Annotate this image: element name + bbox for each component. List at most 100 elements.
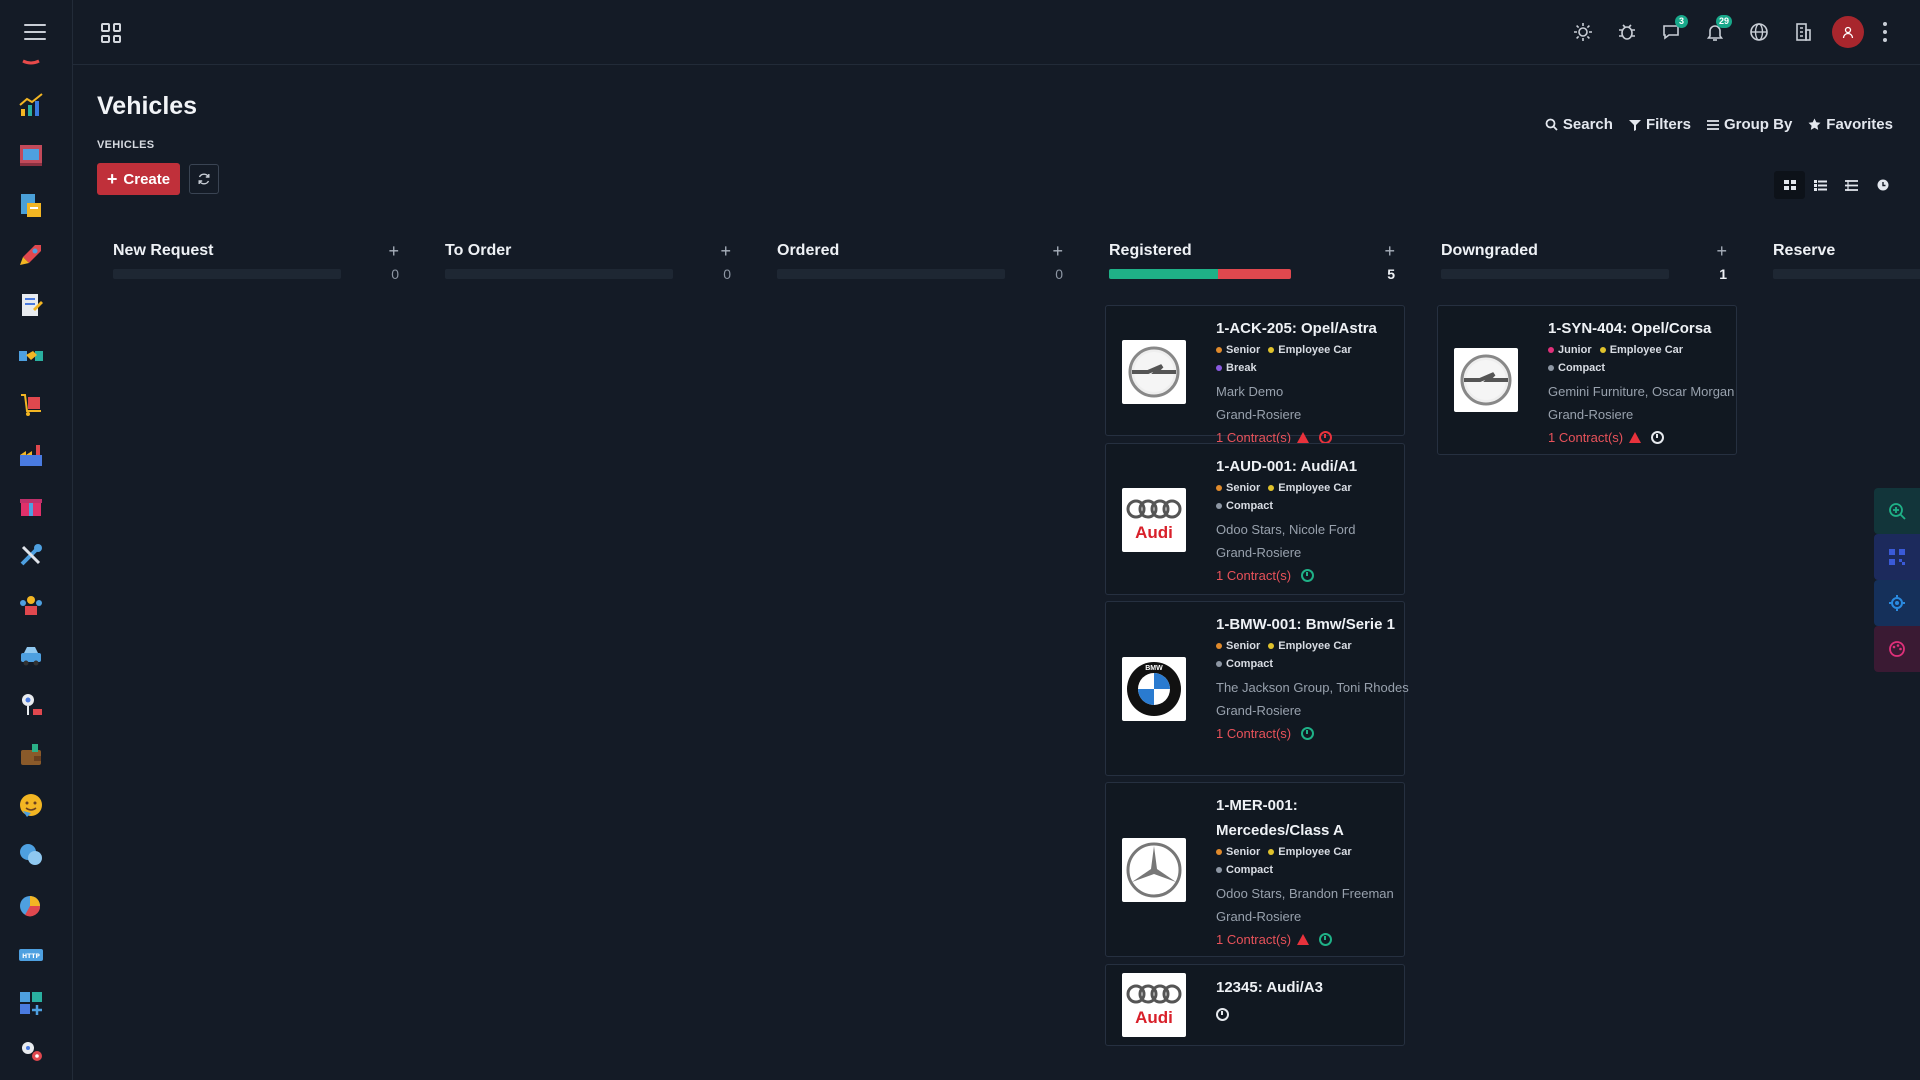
search-panel: Search Filters Group By Favorites — [1545, 116, 1893, 133]
column-count: 0 — [1055, 266, 1063, 282]
activity-clock-icon[interactable] — [1651, 431, 1665, 444]
tag-compact: Compact — [1216, 861, 1273, 879]
factory-icon[interactable] — [16, 440, 46, 470]
car-icon[interactable] — [16, 640, 46, 670]
create-button[interactable]: + Create — [97, 163, 180, 195]
vehicle-card[interactable]: Audi 1-AUD-001: Audi/A1 Senior Employee … — [1105, 443, 1405, 595]
rocket-icon[interactable] — [16, 240, 46, 270]
column-progress-bar[interactable] — [1773, 269, 1920, 279]
bell-icon[interactable]: 29 — [1700, 15, 1732, 49]
activity-view-button[interactable] — [1867, 171, 1898, 199]
inventory-icon[interactable] — [16, 190, 46, 220]
bug-icon[interactable] — [1612, 15, 1642, 49]
tools-icon[interactable] — [16, 540, 46, 570]
contracts-link[interactable]: 1 Contract(s) — [1216, 722, 1400, 745]
column-count: 0 — [723, 266, 731, 282]
activity-clock-icon[interactable] — [1301, 727, 1315, 740]
column-title: To Order — [445, 242, 512, 259]
search-toggle[interactable]: Search — [1545, 116, 1613, 133]
activity-clock-icon[interactable] — [1319, 933, 1333, 946]
column-progress-bar[interactable] — [777, 269, 1005, 279]
apps-plus-icon[interactable] — [16, 988, 46, 1018]
qr-icon[interactable] — [1874, 534, 1920, 580]
refresh-button[interactable] — [189, 164, 219, 194]
vehicle-card[interactable]: Audi 12345: Audi/A3 — [1105, 964, 1405, 1046]
column-progress-bar[interactable] — [1109, 269, 1291, 279]
palette-icon[interactable] — [1874, 626, 1920, 672]
vehicle-card[interactable]: 1-MER-001: Mercedes/Class A Senior Emplo… — [1105, 782, 1405, 957]
avatar[interactable] — [1832, 16, 1864, 48]
sun-icon[interactable] — [1568, 15, 1598, 49]
favorites-label: Favorites — [1826, 116, 1893, 133]
sales-chart-icon[interactable] — [16, 90, 46, 120]
partial-app-icon[interactable] — [16, 52, 46, 82]
store-icon[interactable] — [16, 140, 46, 170]
list-view-button[interactable] — [1805, 171, 1836, 199]
tag-senior: Senior — [1216, 341, 1260, 359]
vehicle-name: 1-SYN-404: Opel/Corsa — [1548, 320, 1712, 337]
table-view-button[interactable] — [1836, 171, 1867, 199]
column-progress-bar[interactable] — [1441, 269, 1669, 279]
smiley-icon[interactable] — [16, 790, 46, 820]
filters-toggle[interactable]: Filters — [1628, 116, 1691, 133]
quick-create-button[interactable]: + — [1384, 241, 1395, 262]
wallet-icon[interactable] — [16, 740, 46, 770]
column-title: New Request — [113, 242, 214, 259]
contracts-link[interactable]: 1 Contract(s) — [1216, 564, 1400, 587]
team-icon[interactable] — [16, 590, 46, 620]
quick-create-button[interactable]: + — [388, 241, 399, 262]
star-icon — [1808, 118, 1821, 130]
map-pin-icon[interactable] — [16, 690, 46, 720]
location: Grand-Rosiere — [1216, 407, 1302, 422]
activity-clock-icon[interactable] — [1216, 1008, 1229, 1021]
vehicle-card[interactable]: 1-SYN-404: Opel/Corsa Junior Employee Ca… — [1437, 305, 1737, 455]
groupby-toggle[interactable]: Group By — [1706, 116, 1793, 133]
quick-create-button[interactable]: + — [720, 241, 731, 262]
globe-icon[interactable] — [1744, 15, 1774, 49]
bmw-logo: BMW — [1122, 657, 1186, 721]
breadcrumb[interactable]: VEHICLES — [97, 139, 154, 151]
kanban-view-button[interactable] — [1774, 171, 1805, 199]
audi-logo: Audi — [1122, 488, 1186, 552]
vehicle-name: 1-ACK-205: Opel/Astra — [1216, 320, 1377, 337]
vehicle-card[interactable]: BMW 1-BMW-001: Bmw/Serie 1 Senior Employ… — [1105, 601, 1409, 776]
contracts-label: 1 Contract(s) — [1216, 568, 1292, 583]
column-progress-bar[interactable] — [113, 269, 341, 279]
http-icon[interactable]: HTTP — [16, 940, 46, 970]
filters-label: Filters — [1645, 116, 1691, 133]
delivery-icon[interactable] — [16, 390, 46, 420]
kebab-icon[interactable] — [1878, 17, 1892, 47]
pie-chart-icon[interactable] — [16, 890, 46, 920]
tag-senior: Senior — [1216, 843, 1260, 861]
quick-create-button[interactable]: + — [1716, 241, 1727, 262]
quick-create-button[interactable]: + — [1052, 241, 1063, 262]
gift-icon[interactable] — [16, 490, 46, 520]
favorites-toggle[interactable]: Favorites — [1808, 116, 1893, 133]
menu-icon[interactable] — [24, 24, 46, 42]
progress-segment-red[interactable] — [1218, 269, 1291, 279]
handshake-icon[interactable] — [16, 340, 46, 370]
contracts-link[interactable]: 1 Contract(s) — [1216, 928, 1400, 951]
vehicle-name: 12345: Audi/A3 — [1216, 979, 1323, 996]
contracts-link[interactable]: 1 Contract(s) — [1548, 426, 1732, 449]
tag-employee-car: Employee Car — [1599, 341, 1683, 359]
chat-icon[interactable]: 3 — [1656, 15, 1688, 49]
vehicle-card[interactable]: 1-ACK-205: Opel/Astra Senior Employee Ca… — [1105, 305, 1405, 445]
settings-icon[interactable] — [1874, 580, 1920, 626]
list-icon — [1706, 119, 1719, 130]
progress-segment-green[interactable] — [1109, 269, 1219, 279]
activity-clock-icon[interactable] — [1301, 569, 1315, 582]
location: Grand-Rosiere — [1216, 703, 1302, 718]
apps-grid-icon[interactable] — [101, 23, 121, 43]
groupby-label: Group By — [1723, 116, 1793, 133]
column-title: Ordered — [777, 242, 840, 259]
notes-icon[interactable] — [16, 290, 46, 320]
zoom-in-icon[interactable] — [1874, 488, 1920, 534]
chat-bubbles-icon[interactable] — [16, 840, 46, 870]
building-icon[interactable] — [1788, 15, 1818, 49]
detailed-list-icon — [1814, 179, 1827, 191]
driver: Odoo Stars, Nicole Ford — [1216, 522, 1356, 537]
gears-icon[interactable] — [16, 1036, 46, 1066]
mercedes-logo — [1122, 838, 1186, 902]
column-progress-bar[interactable] — [445, 269, 673, 279]
